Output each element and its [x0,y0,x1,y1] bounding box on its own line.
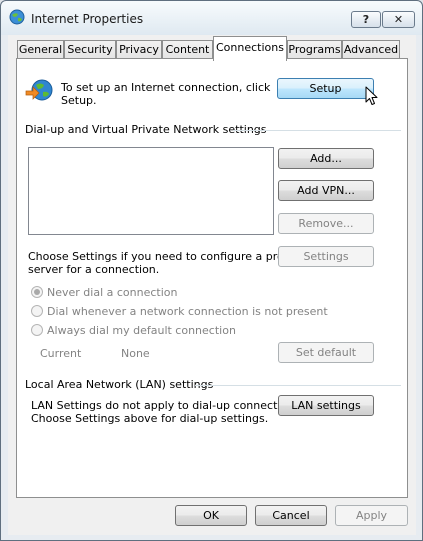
proxy-description-line2: server for a connection. [28,263,160,276]
apply-button[interactable]: Apply [335,505,408,526]
ok-button[interactable]: OK [175,505,247,526]
dialup-heading: Dial-up and Virtual Private Network sett… [25,123,267,136]
connections-listbox[interactable] [28,147,274,235]
internet-properties-window: Internet Properties ? ✕ General Security… [0,0,423,541]
add-vpn-button[interactable]: Add VPN... [278,180,374,201]
settings-button[interactable]: Settings [278,246,374,267]
tab-security[interactable]: Security [64,40,116,60]
add-connection-button[interactable]: Add... [278,148,374,169]
current-label: Current [40,347,82,360]
close-button[interactable]: ✕ [382,11,415,28]
current-connection-value: None [121,347,150,360]
dialup-divider [233,130,401,131]
always-dial-default-label[interactable]: Always dial my default connection [47,324,236,337]
setup-button[interactable]: Setup [277,78,374,99]
dial-when-no-network-label[interactable]: Dial whenever a network connection is no… [47,305,328,318]
internet-globe-icon [9,9,25,25]
dial-when-no-network-radio[interactable] [31,305,43,317]
lan-heading: Local Area Network (LAN) settings [25,378,214,391]
proxy-description-line1: Choose Settings if you need to configure… [28,250,297,263]
always-dial-default-radio[interactable] [31,324,43,336]
lan-divider [195,385,401,386]
set-default-button[interactable]: Set default [278,342,374,363]
never-dial-radio[interactable] [31,286,43,298]
lan-description-line2: Choose Settings above for dial-up settin… [31,412,269,425]
connections-panel: To set up an Internet connection, click … [16,58,408,498]
title-bar[interactable]: Internet Properties ? ✕ [1,1,422,35]
mouse-pointer-icon [365,86,378,105]
tab-connections[interactable]: Connections [213,36,287,61]
tab-advanced[interactable]: Advanced [342,40,400,60]
help-button[interactable]: ? [351,11,381,28]
tab-content[interactable]: Content [162,40,213,60]
tab-general[interactable]: General [17,40,64,60]
setup-description-line1: To set up an Internet connection, click [61,81,271,94]
tab-privacy[interactable]: Privacy [116,40,162,60]
lan-description-line1: LAN Settings do not apply to dial-up con… [31,399,304,412]
tab-programs[interactable]: Programs [287,40,342,60]
remove-button[interactable]: Remove... [278,213,374,234]
setup-description-line2: Setup. [61,94,97,107]
never-dial-label[interactable]: Never dial a connection [47,286,177,299]
window-title: Internet Properties [31,12,144,26]
lan-settings-button[interactable]: LAN settings [278,395,374,416]
network-setup-icon [25,79,53,101]
cancel-button[interactable]: Cancel [255,505,327,526]
dialog-client: General Security Privacy Content Connect… [8,35,416,535]
